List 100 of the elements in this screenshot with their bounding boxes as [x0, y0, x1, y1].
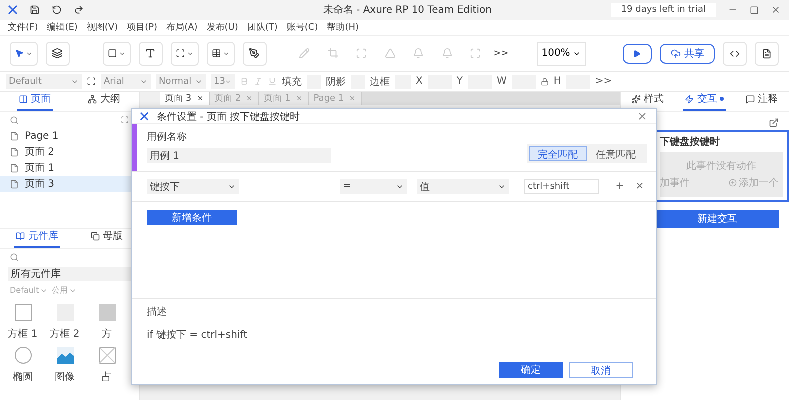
- widget-label: 图像: [55, 371, 75, 384]
- tab-icon: [88, 94, 98, 104]
- document-icon: [762, 48, 772, 58]
- open-external-icon[interactable]: [769, 118, 779, 128]
- fill-label: 填充: [282, 76, 302, 88]
- empty-note: 此事件没有动作: [686, 160, 756, 173]
- subject-select[interactable]: 键按下: [147, 179, 239, 194]
- ok-button[interactable]: 确定: [499, 362, 563, 378]
- page-item[interactable]: 页面 2: [0, 144, 139, 160]
- operator-select[interactable]: =: [340, 179, 407, 194]
- panel-tab[interactable]: 样式: [630, 92, 666, 111]
- pen-icon: [249, 48, 260, 59]
- connector-tool[interactable]: [46, 42, 70, 66]
- undo-icon[interactable]: [52, 5, 62, 15]
- app-logo-icon: [140, 112, 149, 121]
- page-tab[interactable]: 页面 3: [160, 92, 210, 105]
- x-label: X: [416, 76, 423, 87]
- field-icon: [176, 48, 186, 59]
- tab-icon: [18, 94, 28, 104]
- code-icon: [730, 48, 740, 58]
- underline-icon: [268, 77, 277, 86]
- border-label: 边框: [370, 76, 390, 88]
- h-label: H: [554, 76, 562, 87]
- rectangle-shape: [14, 304, 32, 321]
- page-item[interactable]: Page 1: [0, 128, 139, 144]
- panel-tab[interactable]: 交互: [683, 92, 726, 111]
- menu-item[interactable]: 视图(V): [86, 21, 118, 34]
- widget-label: 椭圆: [13, 370, 33, 384]
- play-icon: [633, 50, 642, 58]
- preview-button[interactable]: [622, 44, 652, 64]
- tab-icon: [16, 232, 26, 240]
- close-icon[interactable]: [196, 95, 204, 102]
- menu-item[interactable]: 发布(U): [206, 21, 238, 34]
- panel-tab[interactable]: 页面: [16, 92, 53, 111]
- share-button[interactable]: 共享: [660, 44, 716, 64]
- window-title: 未命名 - Axure RP 10 Team Edition: [322, 4, 493, 17]
- pointer-icon: [15, 48, 24, 59]
- pencil-icon: [299, 48, 310, 59]
- menu-item[interactable]: 编辑(E): [47, 21, 78, 34]
- overflow-button[interactable]: >>: [494, 48, 509, 58]
- menu-item[interactable]: 布局(A): [166, 21, 198, 34]
- save-icon[interactable]: [30, 5, 40, 15]
- redo-icon[interactable]: [74, 5, 84, 15]
- tab-icon: [746, 94, 756, 104]
- add-condition-button[interactable]: 新增条件: [147, 210, 237, 225]
- cloud-upload-icon: [670, 48, 681, 58]
- close-icon[interactable]: [771, 5, 781, 15]
- widget-label: 占: [102, 370, 112, 384]
- widget-label: 方框 2: [50, 328, 80, 341]
- widget-label: 方框 1: [8, 328, 38, 341]
- description-label: 描述: [147, 306, 168, 319]
- text-tool[interactable]: [138, 42, 163, 66]
- document-button[interactable]: [755, 42, 780, 66]
- value-type-select[interactable]: 值: [417, 179, 509, 194]
- tab-icon: [90, 232, 100, 240]
- match-option[interactable]: 完全匹配: [529, 146, 587, 161]
- new-interaction-button[interactable]: 新建交互: [656, 210, 779, 228]
- bold-icon: [240, 77, 249, 86]
- italic-icon: [254, 77, 263, 86]
- rectangle-shape: [98, 304, 116, 321]
- image-icon: [56, 347, 74, 364]
- panel-tab[interactable]: 大纲: [86, 92, 122, 111]
- menu-item[interactable]: 账号(C): [286, 21, 318, 34]
- menu-item[interactable]: 项目(P): [127, 21, 158, 34]
- rectangle-icon: [108, 48, 118, 59]
- crop-icon: [328, 48, 339, 59]
- pen-tool[interactable]: [242, 42, 267, 66]
- y-label: Y: [456, 76, 463, 87]
- panel-tab[interactable]: 母版: [88, 229, 125, 248]
- remove-condition-button[interactable]: ×: [634, 181, 646, 192]
- tab-icon: [632, 94, 641, 104]
- lock-icon[interactable]: [540, 78, 549, 86]
- page-item[interactable]: 页面 1: [0, 160, 139, 176]
- menu-item[interactable]: 团队(T): [247, 21, 278, 34]
- value-field[interactable]: ctrl+shift: [524, 179, 599, 194]
- shadow-label: 阴影: [326, 76, 346, 88]
- tab-icon: [685, 94, 694, 104]
- panel-tab[interactable]: 元件库: [14, 229, 60, 248]
- search-icon[interactable]: [10, 252, 19, 262]
- field-tool[interactable]: [170, 42, 199, 66]
- page-icon: [10, 148, 19, 156]
- library-select[interactable]: 所有元件库: [8, 267, 131, 281]
- match-option[interactable]: 任意匹配: [587, 146, 645, 161]
- maximize-icon[interactable]: [750, 6, 759, 14]
- case-name-field[interactable]: 用例 1: [147, 148, 331, 163]
- pointer-tool[interactable]: [10, 42, 38, 66]
- rectangle-tool[interactable]: [102, 42, 131, 66]
- menu-item[interactable]: 文件(F): [8, 21, 38, 34]
- event-title: 下键盘按键时: [660, 136, 721, 149]
- add-condition-button[interactable]: +: [614, 181, 626, 192]
- circle-shape: [14, 347, 32, 364]
- widget-label: 方: [102, 328, 112, 341]
- table-tool[interactable]: [206, 42, 235, 66]
- menu-item[interactable]: 帮助(H): [327, 21, 360, 34]
- cancel-button[interactable]: 取消: [569, 362, 633, 378]
- search-icon[interactable]: [10, 116, 19, 124]
- panel-tab[interactable]: 注释: [744, 92, 780, 111]
- page-icon: [10, 132, 19, 140]
- zoom-select[interactable]: 100%: [536, 42, 586, 66]
- overflow-button[interactable]: >>: [595, 76, 612, 87]
